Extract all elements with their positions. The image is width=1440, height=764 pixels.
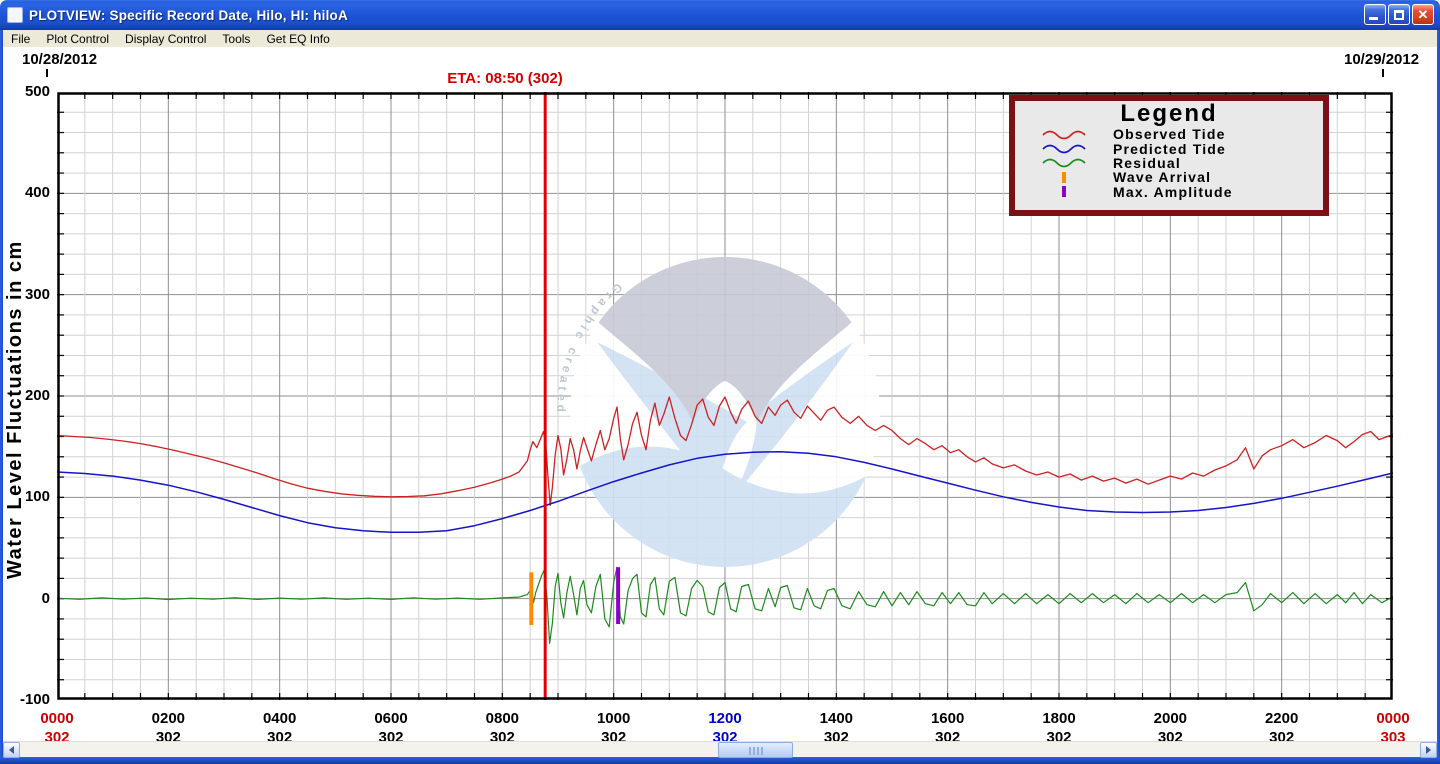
legend-label: Max. Amplitude: [1113, 183, 1233, 200]
y-tick-0: 0: [41, 589, 50, 607]
legend-wave-icon: [1042, 130, 1086, 139]
legend-item-observed-tide: Observed Tide: [1015, 126, 1323, 142]
legend-item-max-amplitude: Max. Amplitude: [1015, 183, 1323, 200]
date-label-left: 10/28/2012: [22, 51, 98, 68]
date-label-right: 10/29/2012: [1344, 51, 1420, 68]
y-tick-200: 200: [24, 387, 50, 404]
window-border-bottom: [0, 757, 1440, 764]
menu-item-display-control[interactable]: Display Control: [117, 31, 214, 47]
maximize-button[interactable]: [1388, 4, 1410, 25]
legend-item-residual: Residual: [1015, 155, 1323, 171]
window-title: PLOTVIEW: Specific Record Date, Hilo, HI…: [29, 7, 348, 23]
scroll-right-icon: [1426, 746, 1431, 754]
legend-wave-icon: [1042, 159, 1086, 168]
y-tick--100: -100: [19, 691, 50, 708]
menu-item-plot-control[interactable]: Plot Control: [38, 31, 117, 47]
legend-box: Legend Observed Tide Predicted Tide Residu…: [1009, 95, 1329, 216]
menu-item-get-eq-info[interactable]: Get EQ Info: [258, 31, 337, 47]
y-tick-100: 100: [24, 488, 50, 506]
legend-item-predicted-tide: Predicted Tide: [1015, 141, 1323, 157]
eta-label: ETA: 08:50 (302): [447, 70, 563, 87]
x-tick-time-0: 0000: [40, 710, 74, 727]
horizontal-scrollbar[interactable]: [3, 741, 1437, 758]
scroll-left-button[interactable]: [3, 742, 20, 758]
title-bar[interactable]: PLOTVIEW: Specific Record Date, Hilo, HI…: [0, 0, 1440, 30]
legend-title: Legend: [1120, 100, 1218, 127]
scrollbar-grip: [748, 747, 763, 755]
y-tick-500: 500: [24, 83, 50, 100]
x-tick-time-10: 2000: [1153, 710, 1188, 727]
scroll-left-icon: [9, 746, 14, 754]
maximize-icon: [1394, 10, 1404, 20]
x-tick-time-11: 2200: [1264, 710, 1299, 727]
x-tick-time-9: 1800: [1042, 710, 1076, 727]
x-tick-time-4: 0800: [485, 710, 520, 727]
x-tick-time-1: 0200: [151, 710, 186, 727]
x-tick-time-5: 1000: [596, 710, 631, 727]
legend-item-wave-arrival: Wave Arrival: [1015, 169, 1323, 185]
plot-content-area: 10/28/2012 10/29/2012 ETA: 08:50 (302) W…: [3, 47, 1437, 746]
scrollbar-thumb[interactable]: [718, 742, 793, 758]
x-tick-time-8: 1600: [930, 710, 965, 727]
x-tick-time-7: 1400: [819, 710, 854, 727]
date-tick-left: [46, 69, 48, 77]
y-tick-400: 400: [24, 184, 50, 202]
app-icon: [7, 7, 23, 23]
x-tick-time-6: 1200: [708, 710, 742, 727]
menu-item-file[interactable]: File: [3, 31, 38, 47]
close-button[interactable]: ✕: [1412, 4, 1434, 25]
legend-vbar-icon: [1062, 186, 1066, 198]
legend-vbar-icon: [1062, 171, 1066, 183]
menu-item-tools[interactable]: Tools: [214, 31, 258, 47]
menu-bar: File Plot Control Display Control Tools Get …: [3, 30, 1437, 47]
minimize-icon: [1369, 17, 1378, 20]
minimize-button[interactable]: [1364, 4, 1386, 25]
x-tick-time-3: 0600: [374, 710, 408, 727]
y-axis-title: Water Level Fluctuations in cm: [4, 240, 26, 580]
scroll-right-button[interactable]: [1420, 742, 1437, 758]
date-tick-right: [1382, 69, 1384, 77]
y-tick-300: 300: [24, 285, 50, 303]
x-tick-time-12: 0000: [1376, 710, 1410, 727]
plotview-window: PLOTVIEW: Specific Record Date, Hilo, HI…: [0, 0, 1440, 764]
legend-wave-icon: [1042, 144, 1086, 154]
x-tick-time-2: 0400: [262, 710, 297, 727]
close-icon: ✕: [1417, 7, 1429, 22]
